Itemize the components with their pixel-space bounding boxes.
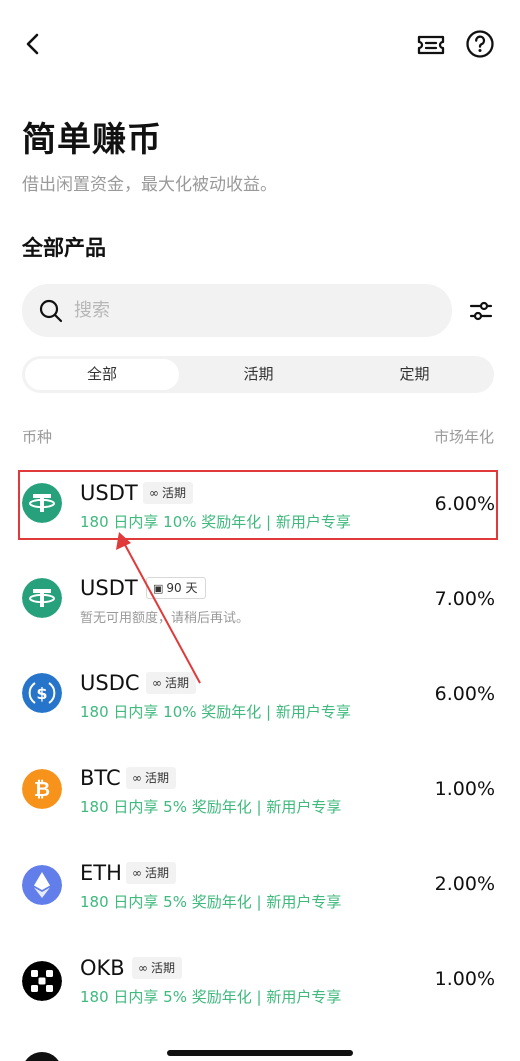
apr-value: 2.00%: [434, 873, 495, 895]
coin-name: USDC: [80, 671, 140, 695]
flexible-badge: ∞ 活期: [126, 862, 177, 884]
apr-value: 6.00%: [434, 683, 495, 705]
promo-text: 180 日内享 5% 奖励年化 | 新用户专享: [80, 988, 342, 1006]
tab-fixed[interactable]: 定期: [338, 359, 491, 390]
promo-text: 180 日内享 10% 奖励年化 | 新用户专享: [80, 703, 351, 721]
unavailable-note: 暂无可用额度，请稍后再试。: [80, 611, 250, 626]
ticket-icon[interactable]: [414, 28, 448, 62]
apr-value: 1.00%: [434, 778, 495, 800]
top-bar: [0, 24, 520, 68]
column-header-apr: 市场年化: [433, 428, 494, 446]
svg-text:$: $: [36, 684, 47, 703]
infinity-icon: ∞: [152, 676, 162, 690]
coin-name: ETH: [80, 861, 122, 885]
usdc-coin-icon: $: [22, 673, 62, 713]
coin-name: BTC: [80, 766, 121, 790]
search-input[interactable]: [74, 284, 434, 337]
column-header-coin: 币种: [22, 428, 53, 446]
infinity-icon: ∞: [132, 866, 142, 880]
svg-text:₿: ₿: [34, 777, 50, 801]
apr-value: 1.00%: [434, 968, 495, 990]
product-row-eth[interactable]: ETH ∞ 活期 180 日内享 5% 奖励年化 | 新用户专享 2.00%: [0, 845, 520, 925]
product-row-btc[interactable]: ₿ BTC ∞ 活期 180 日内享 5% 奖励年化 | 新用户专享 1.00%: [0, 750, 520, 830]
tab-all[interactable]: 全部: [25, 359, 179, 390]
coin-name: USDT: [80, 576, 138, 600]
promo-text: 180 日内享 5% 奖励年化 | 新用户专享: [80, 798, 342, 816]
usdt-coin-icon: [22, 578, 62, 618]
flexible-badge: ∞ 活期: [146, 672, 197, 694]
flexible-badge: ∞ 活期: [132, 957, 183, 979]
calendar-icon: ▣: [153, 582, 164, 595]
product-row-okb[interactable]: OKB ∞ 活期 180 日内享 5% 奖励年化 | 新用户专享 1.00%: [0, 940, 520, 1020]
fixed-term-badge: ▣ 90 天: [146, 577, 206, 599]
filter-sliders-icon[interactable]: [466, 296, 496, 326]
product-row-usdt-fixed[interactable]: USDT ▣ 90 天 暂无可用额度，请稍后再试。 7.00%: [0, 560, 520, 640]
section-title: 全部产品: [22, 236, 106, 260]
page-subtitle: 借出闲置资金，最大化被动收益。: [22, 175, 277, 195]
okb-coin-icon: [22, 961, 62, 1001]
question-circle-icon[interactable]: [462, 26, 498, 62]
product-row-usdc[interactable]: $ USDC ∞ 活期 180 日内享 10% 奖励年化 | 新用户专享 6.00…: [0, 655, 520, 735]
btc-coin-icon: ₿: [22, 769, 62, 809]
home-indicator: [167, 1050, 353, 1056]
promo-text: 180 日内享 5% 奖励年化 | 新用户专享: [80, 893, 342, 911]
search-icon: [39, 299, 63, 323]
tab-flexible[interactable]: 活期: [182, 359, 335, 390]
infinity-icon: ∞: [132, 771, 142, 785]
eth-coin-icon: [22, 865, 62, 905]
apr-value: 7.00%: [434, 588, 495, 610]
page-title: 简单赚币: [22, 120, 162, 160]
chevron-left-icon[interactable]: [18, 28, 50, 60]
product-type-tabs: 全部 活期 定期: [22, 356, 494, 393]
highlight-box: [18, 470, 498, 540]
search-bar[interactable]: [22, 284, 452, 337]
coin-name: OKB: [80, 956, 125, 980]
next-coin-icon: [22, 1052, 62, 1061]
infinity-icon: ∞: [138, 961, 148, 975]
flexible-badge: ∞ 活期: [126, 767, 177, 789]
